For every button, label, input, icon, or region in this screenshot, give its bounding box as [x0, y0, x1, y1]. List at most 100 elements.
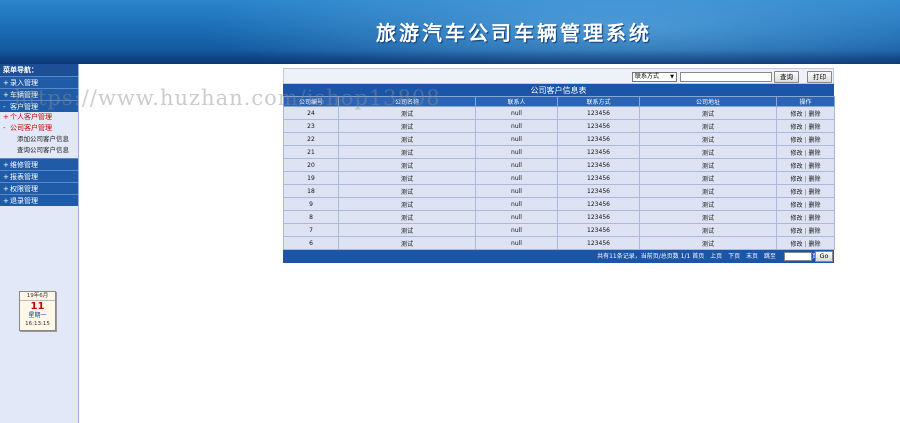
sidebar-link-query-company[interactable]: 查询公司客户信息 [0, 145, 78, 156]
company-id-cell: 18 [283, 184, 339, 198]
contact-phone-cell: 123456 [557, 171, 640, 185]
company-address-cell: 测试 [639, 236, 777, 250]
edit-link[interactable]: 修改 [790, 124, 802, 131]
search-field-value: 联系方式 [635, 73, 660, 80]
table-row: 9 测试 null 123456 测试 修改 | 删除 [283, 197, 835, 211]
actions-cell: 修改 | 删除 [776, 210, 835, 224]
calendar-widget: 19年6月 11 星期一 16:13:15 [19, 291, 56, 331]
company-name-cell: 测试 [338, 145, 476, 159]
actions-cell: 修改 | 删除 [776, 132, 835, 146]
edit-link[interactable]: 修改 [790, 241, 802, 248]
prev-page-link[interactable]: 上页 [710, 253, 722, 260]
sidebar-item-reports[interactable]: +报表管理 [0, 170, 78, 182]
calendar-day: 11 [30, 301, 45, 312]
company-name-cell: 测试 [338, 158, 476, 172]
table-row: 20 测试 null 123456 测试 修改 | 删除 [283, 158, 835, 172]
edit-link[interactable]: 修改 [790, 228, 802, 235]
delete-link[interactable]: 删除 [809, 228, 821, 235]
column-header: 操作 [776, 96, 835, 107]
delete-link[interactable]: 删除 [809, 189, 821, 196]
sidebar-item-label: 车辆管理 [10, 91, 38, 99]
table-row: 19 测试 null 123456 测试 修改 | 删除 [283, 171, 835, 185]
contact-person-cell: null [475, 184, 558, 198]
company-name-cell: 测试 [338, 171, 476, 185]
calendar-year-month: 19年6月 [20, 292, 55, 301]
search-input[interactable] [680, 72, 772, 82]
sidebar-item-label: 报表管理 [10, 173, 38, 181]
delete-link[interactable]: 删除 [809, 163, 821, 170]
delete-link[interactable]: 删除 [809, 111, 821, 118]
sidebar-item-label: 公司客户管理 [10, 124, 52, 132]
delete-link[interactable]: 删除 [809, 215, 821, 222]
last-page-link[interactable]: 末页 [746, 253, 758, 260]
company-address-cell: 测试 [639, 171, 777, 185]
expand-icon: + [3, 113, 9, 121]
edit-link[interactable]: 修改 [790, 176, 802, 183]
company-name-cell: 测试 [338, 210, 476, 224]
search-toolbar: 联系方式 ▼ 查询 打印 [283, 68, 834, 84]
calendar-weekday: 星期一 [28, 312, 47, 319]
sidebar-item-label: 退录管理 [10, 197, 38, 205]
search-field-select[interactable]: 联系方式 ▼ [632, 72, 677, 82]
company-address-cell: 测试 [639, 158, 777, 172]
sidebar-item-permissions[interactable]: +权限管理 [0, 182, 78, 194]
next-page-link[interactable]: 下页 [728, 253, 740, 260]
delete-link[interactable]: 删除 [809, 150, 821, 157]
sidebar-item-maintenance[interactable]: +维修管理 [0, 158, 78, 170]
sidebar-item-customers[interactable]: - 客户管理 [0, 100, 78, 112]
edit-link[interactable]: 修改 [790, 150, 802, 157]
contact-phone-cell: 123456 [557, 119, 640, 133]
contact-phone-cell: 123456 [557, 106, 640, 120]
edit-link[interactable]: 修改 [790, 163, 802, 170]
delete-link[interactable]: 删除 [809, 124, 821, 131]
contact-person-cell: null [475, 106, 558, 120]
column-header[interactable]: 公司地址 [639, 96, 777, 107]
table-row: 23 测试 null 123456 测试 修改 | 删除 [283, 119, 835, 133]
column-header[interactable]: 联系人 [475, 96, 558, 107]
sidebar-item-vehicles[interactable]: +车辆管理 [0, 88, 78, 100]
edit-link[interactable]: 修改 [790, 215, 802, 222]
sidebar-item-personal-customers[interactable]: +个人客户管理 [0, 112, 78, 123]
actions-cell: 修改 | 删除 [776, 106, 835, 120]
expand-icon: + [3, 185, 9, 193]
table-row: 18 测试 null 123456 测试 修改 | 删除 [283, 184, 835, 198]
company-id-cell: 21 [283, 145, 339, 159]
actions-cell: 修改 | 删除 [776, 197, 835, 211]
company-id-cell: 8 [283, 210, 339, 224]
column-header[interactable]: 公司名称 [338, 96, 476, 107]
edit-link[interactable]: 修改 [790, 111, 802, 118]
sidebar-item-company-customers[interactable]: - 公司客户管理 [0, 123, 78, 134]
table-row: 21 测试 null 123456 测试 修改 | 删除 [283, 145, 835, 159]
search-button[interactable]: 查询 [774, 71, 799, 83]
table-row: 24 测试 null 123456 测试 修改 | 删除 [283, 106, 835, 120]
expand-icon: + [3, 161, 9, 169]
sidebar-link-add-company[interactable]: 添加公司客户信息 [0, 134, 78, 145]
sidebar-item-entry[interactable]: +录入管理 [0, 76, 78, 88]
company-id-cell: 7 [283, 223, 339, 237]
company-name-cell: 测试 [338, 197, 476, 211]
contact-person-cell: null [475, 145, 558, 159]
edit-link[interactable]: 修改 [790, 189, 802, 196]
company-id-cell: 24 [283, 106, 339, 120]
sidebar-item-logout[interactable]: +退录管理 [0, 194, 78, 206]
company-id-cell: 9 [283, 197, 339, 211]
print-button[interactable]: 打印 [807, 71, 832, 83]
company-address-cell: 测试 [639, 184, 777, 198]
company-name-cell: 测试 [338, 119, 476, 133]
go-button[interactable]: Go [815, 251, 833, 262]
column-header[interactable]: 公司编号 [283, 96, 339, 107]
actions-cell: 修改 | 删除 [776, 145, 835, 159]
edit-link[interactable]: 修改 [790, 202, 802, 209]
page-number-input[interactable] [784, 252, 812, 261]
table-row: 7 测试 null 123456 测试 修改 | 删除 [283, 223, 835, 237]
edit-link[interactable]: 修改 [790, 137, 802, 144]
company-name-cell: 测试 [338, 236, 476, 250]
delete-link[interactable]: 删除 [809, 137, 821, 144]
delete-link[interactable]: 删除 [809, 176, 821, 183]
company-name-cell: 测试 [338, 132, 476, 146]
app-title: 旅游汽车公司车辆管理系统 [376, 21, 652, 45]
column-header[interactable]: 联系方式 [557, 96, 640, 107]
delete-link[interactable]: 删除 [809, 202, 821, 209]
delete-link[interactable]: 删除 [809, 241, 821, 248]
contact-person-cell: null [475, 210, 558, 224]
